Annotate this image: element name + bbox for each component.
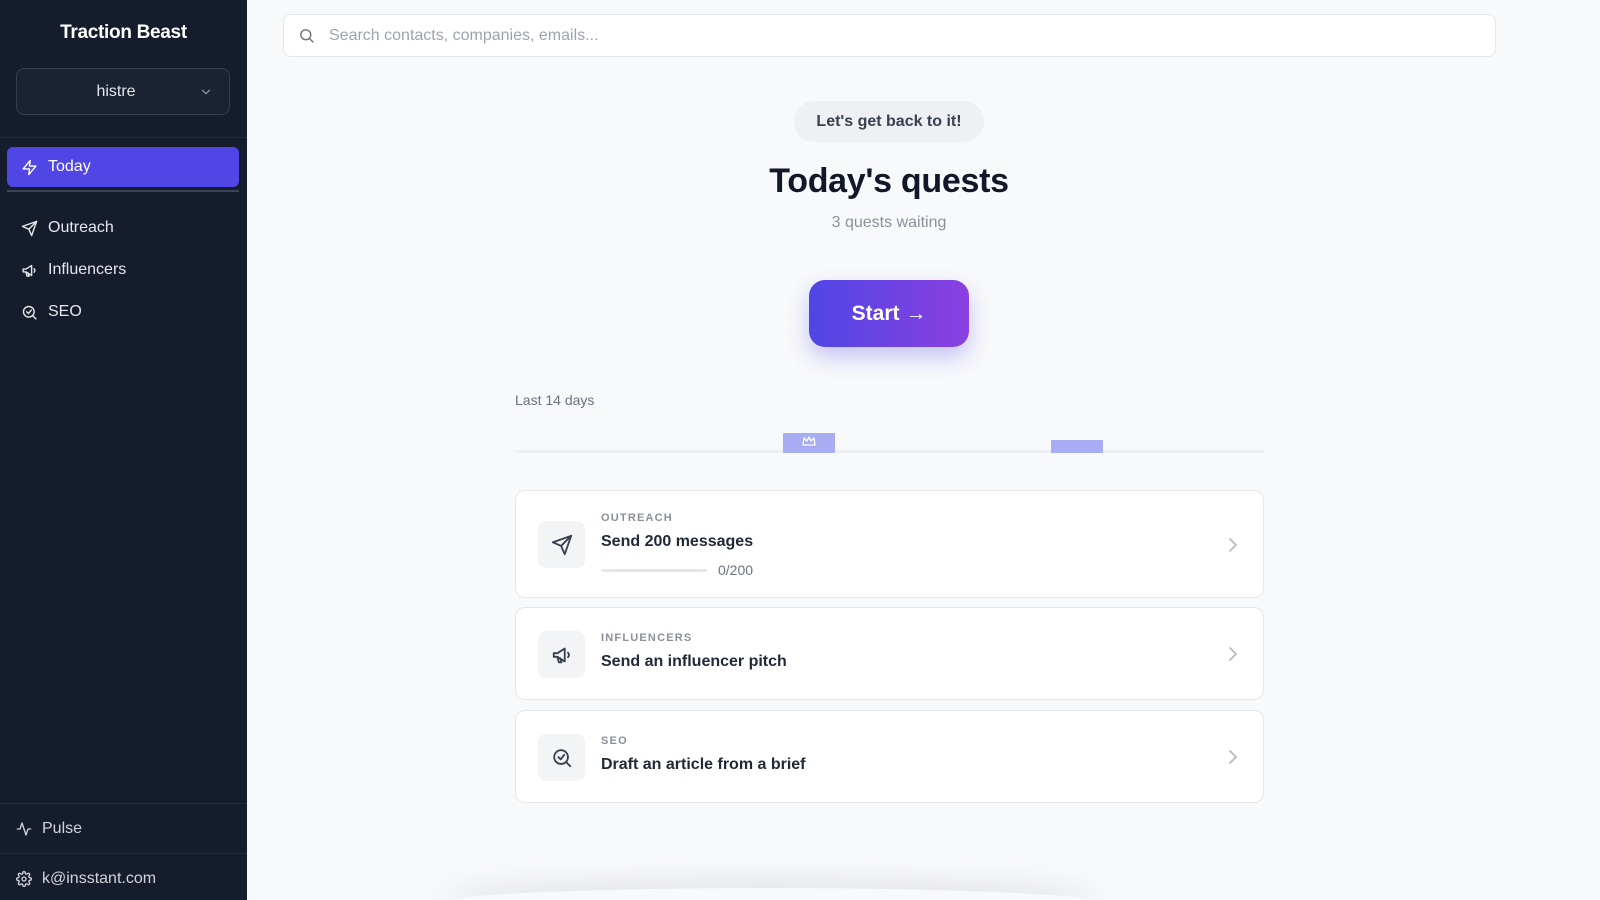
search-icon [300, 29, 314, 43]
sidebar-item-pulse[interactable]: Pulse [16, 820, 82, 838]
nav-active-underline [7, 190, 239, 192]
sidebar-item-label: Influencers [48, 261, 127, 278]
quest-title: Draft an article from a brief [601, 756, 806, 773]
page-title: Today's quests [769, 162, 1009, 200]
account-settings[interactable]: k@insstant.com [16, 870, 156, 888]
search-input[interactable] [284, 15, 1495, 56]
quest-icon-box [538, 521, 585, 568]
sidebar-item-label: SEO [48, 303, 82, 320]
quest-icon-box [538, 734, 585, 781]
send-icon [551, 534, 572, 555]
quests-count: 3 quests waiting [831, 214, 947, 231]
bottom-panel-shadow [440, 888, 1100, 900]
quest-card-outreach[interactable]: OUTREACH Send 200 messages 0/200 [515, 490, 1264, 598]
start-button[interactable]: Start → [809, 280, 969, 347]
pulse-label: Pulse [42, 820, 83, 837]
activity-strip [515, 425, 1264, 455]
global-search [283, 14, 1496, 57]
quest-title: Send an influencer pitch [601, 653, 787, 670]
sidebar-item-label: Today [48, 158, 91, 175]
send-icon [21, 220, 38, 236]
crown-icon [802, 436, 816, 446]
sidebar-item-outreach[interactable]: Outreach [7, 208, 239, 248]
chevron-down-icon [201, 89, 211, 95]
sidebar: Traction Beast histre Today Outreach Inf… [0, 0, 247, 900]
activity-day-bar [1050, 440, 1103, 453]
workspace-switcher[interactable]: histre [16, 68, 230, 115]
sidebar-item-today[interactable]: Today [7, 147, 239, 187]
sidebar-item-influencers[interactable]: Influencers [7, 250, 239, 290]
quest-progress-bar [601, 569, 707, 572]
activity-track [515, 450, 1264, 453]
quest-category: SEO [601, 735, 628, 747]
megaphone-icon [552, 647, 570, 663]
megaphone-icon [22, 264, 36, 277]
search-check-icon [552, 748, 571, 767]
quest-card-seo[interactable]: SEO Draft an article from a brief [515, 710, 1264, 803]
quest-category: OUTREACH [601, 512, 673, 524]
search-check-icon [22, 305, 37, 320]
bolt-icon [22, 159, 37, 175]
quest-card-influencers[interactable]: INFLUENCERS Send an influencer pitch [515, 607, 1264, 700]
chevron-right-icon [1229, 750, 1237, 764]
quest-progress-text: 0/200 [718, 562, 754, 578]
activity-range-label: Last 14 days [515, 392, 595, 408]
gear-icon [16, 871, 32, 887]
chevron-right-icon [1229, 647, 1237, 661]
workspace-name: histre [96, 82, 136, 100]
pulse-icon [16, 822, 32, 836]
chevron-right-icon [1229, 538, 1237, 552]
sidebar-divider [0, 853, 247, 854]
account-email: k@insstant.com [42, 870, 157, 887]
activity-day-bar [783, 433, 836, 453]
app-brand: Traction Beast [60, 22, 187, 43]
quest-icon-box [538, 631, 585, 678]
quest-title: Send 200 messages [601, 533, 754, 550]
quest-category: INFLUENCERS [601, 632, 693, 644]
sidebar-divider [0, 137, 247, 138]
sidebar-divider [0, 803, 247, 804]
sidebar-item-seo[interactable]: SEO [7, 292, 239, 332]
sidebar-item-label: Outreach [48, 219, 114, 236]
motivation-badge: Let's get back to it! [794, 101, 984, 142]
